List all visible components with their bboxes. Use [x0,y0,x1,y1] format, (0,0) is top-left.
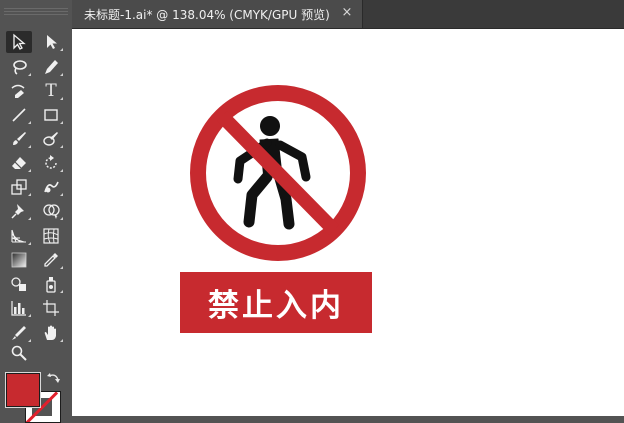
perspective-grid-icon [11,229,26,243]
document-tab-bar: 未标题-1.ai* @ 138.04% (CMYK/GPU 预览) × [72,0,624,29]
arrow-filled-icon [47,35,57,49]
rotate-tool[interactable] [38,152,64,174]
hand-icon [44,325,56,340]
warp-icon [44,181,59,193]
magic-wand-tool[interactable] [6,56,32,78]
blend-tool[interactable] [6,273,32,295]
pin-icon [11,204,24,219]
bar-graph-icon [11,301,26,316]
fill-swatch[interactable] [5,372,41,408]
magnifier-icon [11,345,27,361]
line-tool[interactable] [6,104,32,126]
eyedropper-tool[interactable] [38,249,64,271]
direct-selection-tool[interactable] [38,31,64,53]
slice-knife-icon [12,326,26,340]
artboard-icon [43,300,59,316]
shape-builder-icon [43,204,60,219]
curvature-pen-icon [11,84,25,98]
curvature-tool[interactable] [6,80,32,102]
artboard-tool[interactable] [38,297,64,319]
symbol-sprayer-icon [46,277,56,293]
eraser-tool[interactable] [6,152,32,174]
type-icon: T [45,81,57,101]
blob-brush-tool[interactable] [38,128,64,150]
pen-tool[interactable] [38,56,64,78]
pen-nib-icon [45,60,58,74]
arrow-outline-icon [13,33,26,50]
gradient-icon [11,252,27,268]
close-tab-icon[interactable]: × [340,6,354,20]
document-tab[interactable]: 未标题-1.ai* @ 138.04% (CMYK/GPU 预览) × [72,0,363,28]
eraser-icon [12,157,26,169]
puppet-warp-tool[interactable] [6,200,32,222]
mesh-tool[interactable] [38,225,64,247]
warp-tool[interactable] [38,176,64,198]
blend-icon [11,277,26,291]
rectangle-tool[interactable] [38,104,64,126]
column-graph-tool[interactable] [6,297,32,319]
slice-tool[interactable] [6,322,32,344]
panel-grip[interactable] [4,6,68,20]
sign-label-banner[interactable]: 禁止入内 [180,272,372,333]
blob-brush-icon [43,132,58,146]
no-entry-sign-artwork[interactable] [72,29,624,416]
perspective-grid-tool[interactable] [6,225,32,247]
mesh-icon [43,228,59,244]
line-segment-icon [12,108,26,122]
hand-tool[interactable] [38,322,64,344]
lasso-icon [13,60,27,75]
artboard-canvas[interactable]: 禁止入内 [72,29,624,416]
selection-tool[interactable] [6,31,32,53]
gradient-tool[interactable] [6,249,32,271]
rotate-icon [45,155,57,169]
rectangle-icon [44,109,58,121]
scale-tool[interactable] [6,176,32,198]
eyedropper-icon [44,253,58,267]
tools-panel: T [0,0,72,423]
swap-fill-stroke-icon[interactable] [46,371,62,387]
type-tool[interactable]: T [38,80,64,102]
brush-icon [13,132,26,145]
zoom-tool[interactable] [6,342,32,364]
document-tab-title: 未标题-1.ai* @ 138.04% (CMYK/GPU 预览) [84,7,330,22]
paintbrush-tool[interactable] [6,128,32,150]
more-tools-indicator [60,48,63,51]
shape-builder-tool[interactable] [38,200,64,222]
symbol-sprayer-tool[interactable] [38,273,64,295]
scale-icon [11,179,27,195]
sign-label-text: 禁止入内 [208,288,344,324]
